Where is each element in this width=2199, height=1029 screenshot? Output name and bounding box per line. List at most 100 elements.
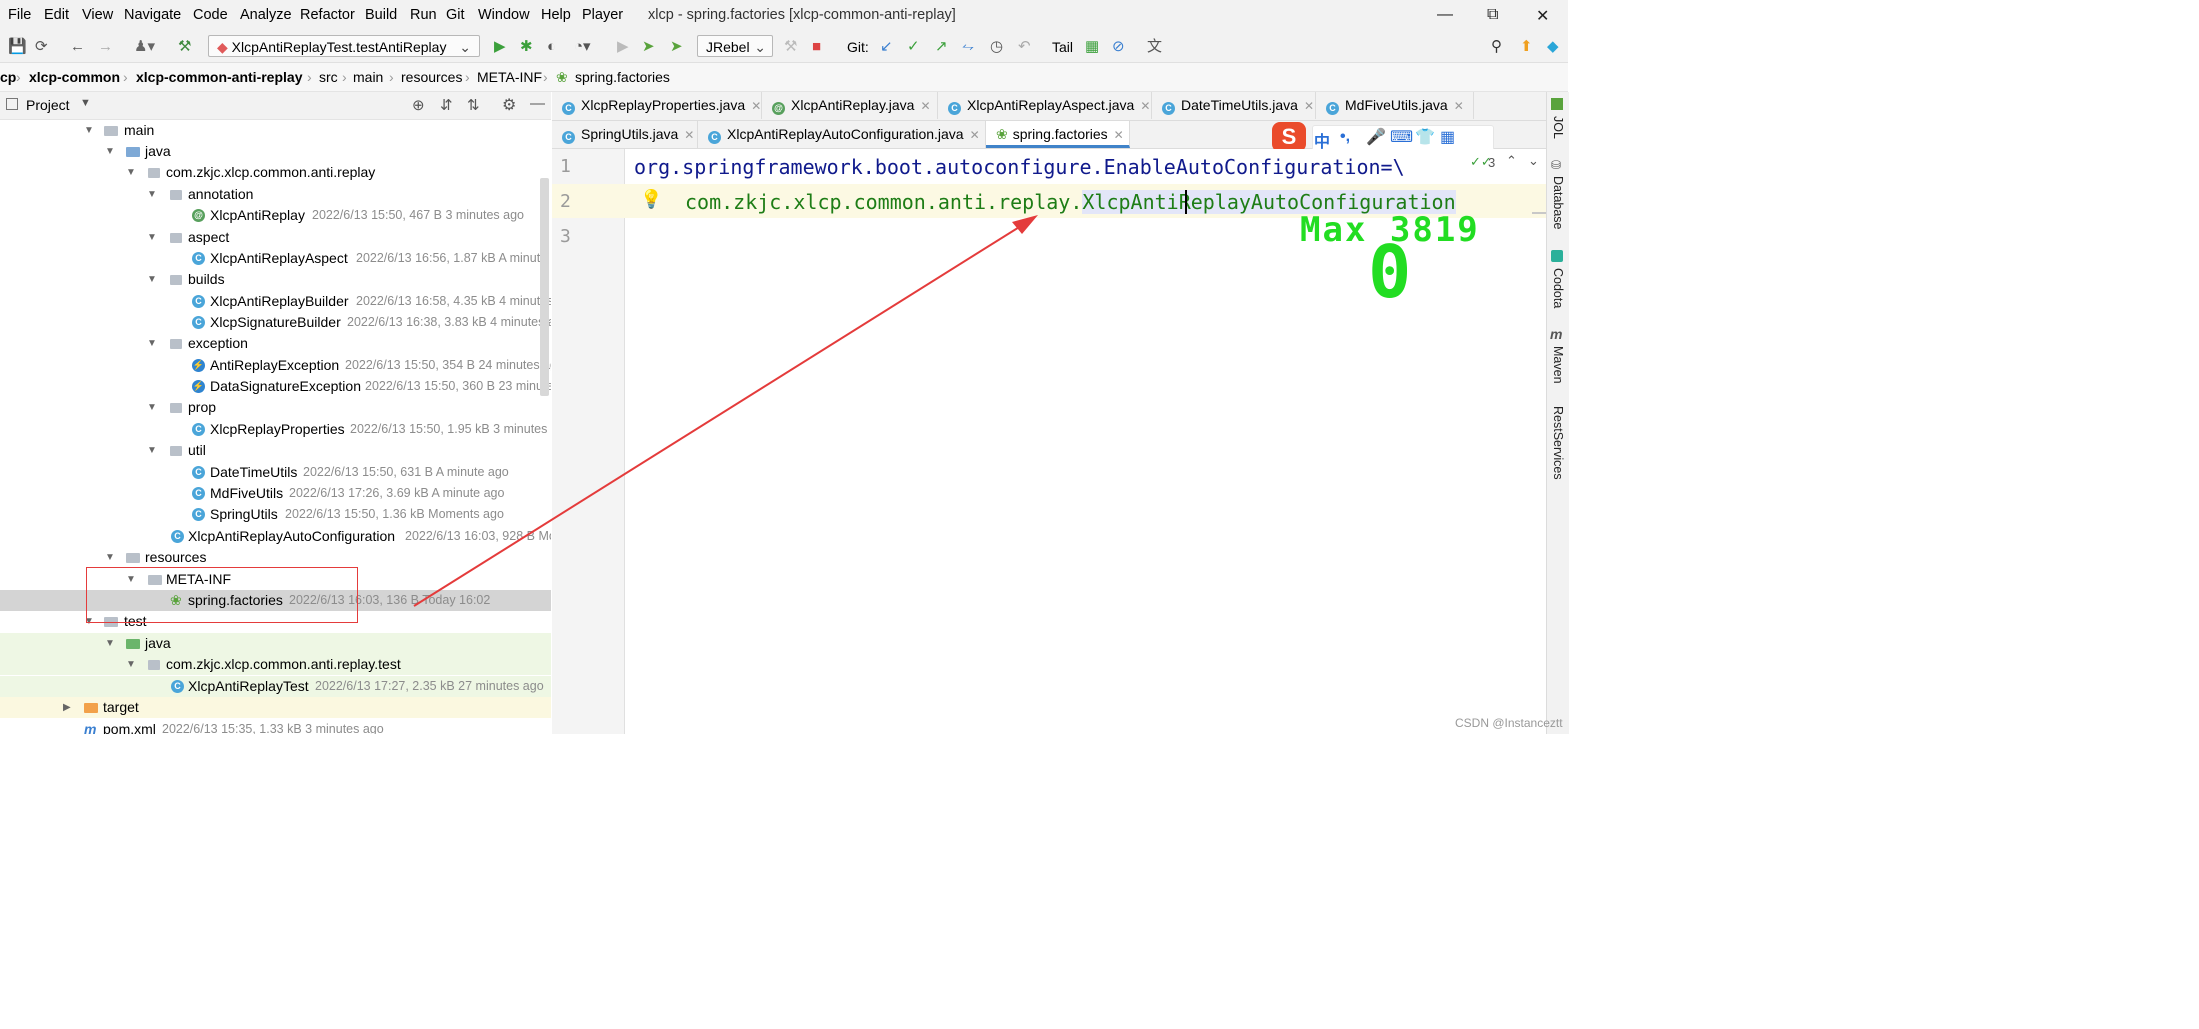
locate-icon[interactable]: ⊕ [412,96,425,114]
close-icon[interactable]: ✕ [1140,99,1150,113]
git-update-icon[interactable]: ↙ [880,38,893,56]
git-push-icon[interactable]: ↗ [935,38,948,56]
update-icon[interactable]: ⬆ [1520,38,1533,56]
tab-xlcp-replay-properties[interactable]: C XlcpReplayProperties.java ✕ [552,92,762,119]
tree-item-file[interactable]: ⚡ AntiReplayException 2022/6/13 15:50, 3… [0,355,551,376]
forward-icon[interactable]: → [98,38,113,56]
tail-label[interactable]: Tail [1052,38,1073,56]
history-icon[interactable]: ◷ [990,38,1003,56]
chevron-down-icon[interactable]: ▼ [147,184,157,205]
tree-scrollbar[interactable] [540,178,549,396]
tree-item-package[interactable]: ▼ com.zkjc.xlcp.common.anti.replay [0,162,551,183]
tool-window-rest-services[interactable]: RestServices [1551,406,1565,480]
toolbox-icon[interactable]: ▦ [1440,127,1455,147]
breadcrumb-item[interactable]: main [353,63,383,91]
git-merge-icon[interactable]: ⥊ [962,38,974,56]
tab-xlcp-anti-replay-auto-configuration[interactable]: C XlcpAntiReplayAutoConfiguration.java ✕ [698,121,986,148]
tree-item-file[interactable]: ⚡ DataSignatureException 2022/6/13 15:50… [0,376,551,397]
microphone-icon[interactable]: 🎤 [1366,127,1386,147]
close-icon[interactable]: ✕ [920,99,930,113]
back-icon[interactable]: ← [70,38,85,56]
breadcrumb-item[interactable]: cp [0,63,16,91]
tab-xlcp-anti-replay-aspect[interactable]: C XlcpAntiReplayAspect.java ✕ [938,92,1152,119]
chevron-up-icon[interactable]: ⌃ [1506,153,1517,169]
chevron-down-icon[interactable]: ▼ [105,141,115,162]
menu-code[interactable]: Code [193,7,228,23]
tool-window-codota[interactable]: Codota [1551,268,1565,308]
tree-item-file[interactable]: C XlcpAntiReplayAspect 2022/6/13 16:56, … [0,248,551,269]
debug-icon[interactable]: ✱ [520,38,533,56]
chevron-down-icon[interactable]: ▼ [84,120,94,141]
tool-window-jol[interactable]: JOL [1551,116,1565,139]
jrebel-debug-icon[interactable]: ➤ [670,38,683,56]
tab-spring-utils[interactable]: C SpringUtils.java ✕ [552,121,698,148]
menu-file[interactable]: File [8,7,31,23]
chevron-down-icon[interactable]: ▼ [126,654,136,675]
keyboard-icon[interactable]: ⌨ [1390,127,1413,147]
hide-panel-icon[interactable]: — [530,95,545,112]
tree-item-java[interactable]: ▼ java [0,141,551,162]
gear-icon[interactable]: ⚙ [502,95,516,115]
menu-build[interactable]: Build [365,7,397,23]
collapse-all-icon[interactable]: ⇅ [467,96,480,114]
menu-help[interactable]: Help [541,7,571,23]
tree-item-exception[interactable]: ▼ exception [0,333,551,354]
breadcrumb-item[interactable]: resources [401,63,462,91]
chevron-down-icon[interactable]: ⌄ [1528,153,1539,169]
skin-icon[interactable]: 👕 [1415,127,1435,147]
stop-icon[interactable]: ■ [812,38,821,56]
tree-item-file[interactable]: C XlcpSignatureBuilder 2022/6/13 16:38, … [0,312,551,333]
profile-icon[interactable]: ♟▾ [134,38,155,56]
tool-window-database[interactable]: Database [1551,176,1565,230]
menu-view[interactable]: View [82,7,113,23]
run-icon[interactable]: ▶ [494,38,506,56]
minimize-icon[interactable]: — [1437,6,1453,24]
code-line-1[interactable]: org.springframework.boot.autoconfigure.E… [634,155,1405,179]
menu-git[interactable]: Git [446,7,465,23]
chevron-down-icon[interactable]: ▼ [105,633,115,654]
menu-window[interactable]: Window [478,7,530,23]
tree-item-util[interactable]: ▼ util [0,440,551,461]
tree-item-file[interactable]: C XlcpAntiReplayBuilder 2022/6/13 16:58,… [0,291,551,312]
tree-item-file[interactable]: C XlcpAntiReplayAutoConfiguration 2022/6… [0,526,551,547]
tree-item-builds[interactable]: ▼ builds [0,269,551,290]
menu-edit[interactable]: Edit [44,7,69,23]
tree-item-aspect[interactable]: ▼ aspect [0,227,551,248]
monitor-icon[interactable]: ▦ [1085,38,1099,56]
chevron-right-icon[interactable]: ▶ [63,697,71,718]
git-commit-icon[interactable]: ✓ [907,38,920,56]
tree-item-file[interactable]: m pom.xml 2022/6/13 15:35, 1.33 kB 3 min… [0,719,551,734]
jrebel-select[interactable]: JRebel ⌄ [697,35,773,57]
chevron-down-icon[interactable]: ▼ [147,397,157,418]
tree-item-test-package[interactable]: ▼ com.zkjc.xlcp.common.anti.replay.test [0,654,551,675]
close-icon[interactable]: ✕ [751,99,761,113]
close-icon[interactable]: ✕ [1454,99,1464,113]
lightbulb-icon[interactable]: 💡 [640,189,662,210]
block-icon[interactable]: ⊘ [1112,38,1125,56]
chevron-down-icon[interactable]: ▼ [105,547,115,568]
tree-item-file[interactable]: @ XlcpAntiReplay 2022/6/13 15:50, 467 B … [0,205,551,226]
close-icon[interactable]: ✕ [970,128,980,142]
project-panel-title[interactable]: Project [26,97,70,113]
tree-item-main[interactable]: ▼ main [0,120,551,141]
menu-navigate[interactable]: Navigate [124,7,181,23]
chevron-down-icon[interactable]: ▼ [147,440,157,461]
tab-date-time-utils[interactable]: C DateTimeUtils.java ✕ [1152,92,1316,119]
chevron-down-icon[interactable]: ▼ [126,162,136,183]
sync-icon[interactable]: ⟳ [35,38,48,56]
tree-item-test-java[interactable]: ▼ java [0,633,551,654]
breadcrumb-item[interactable]: spring.factories [575,63,670,91]
tree-item-target[interactable]: ▶ target [0,697,551,718]
menu-player[interactable]: Player [582,7,623,23]
chevron-down-icon[interactable]: ▼ [80,97,91,109]
tree-item-file[interactable]: C SpringUtils 2022/6/13 15:50, 1.36 kB M… [0,504,551,525]
chevron-down-icon[interactable]: ▼ [147,227,157,248]
close-icon[interactable]: ✕ [1536,6,1549,26]
close-icon[interactable]: ✕ [684,128,694,142]
coverage-icon[interactable]: ◐ [547,38,556,56]
close-icon[interactable]: ✕ [1304,99,1314,113]
menu-run[interactable]: Run [410,7,437,23]
translate-icon[interactable]: 文 [1147,38,1162,56]
tree-item-annotation[interactable]: ▼ annotation [0,184,551,205]
hammer-disabled-icon[interactable]: ⚒ [784,38,797,56]
